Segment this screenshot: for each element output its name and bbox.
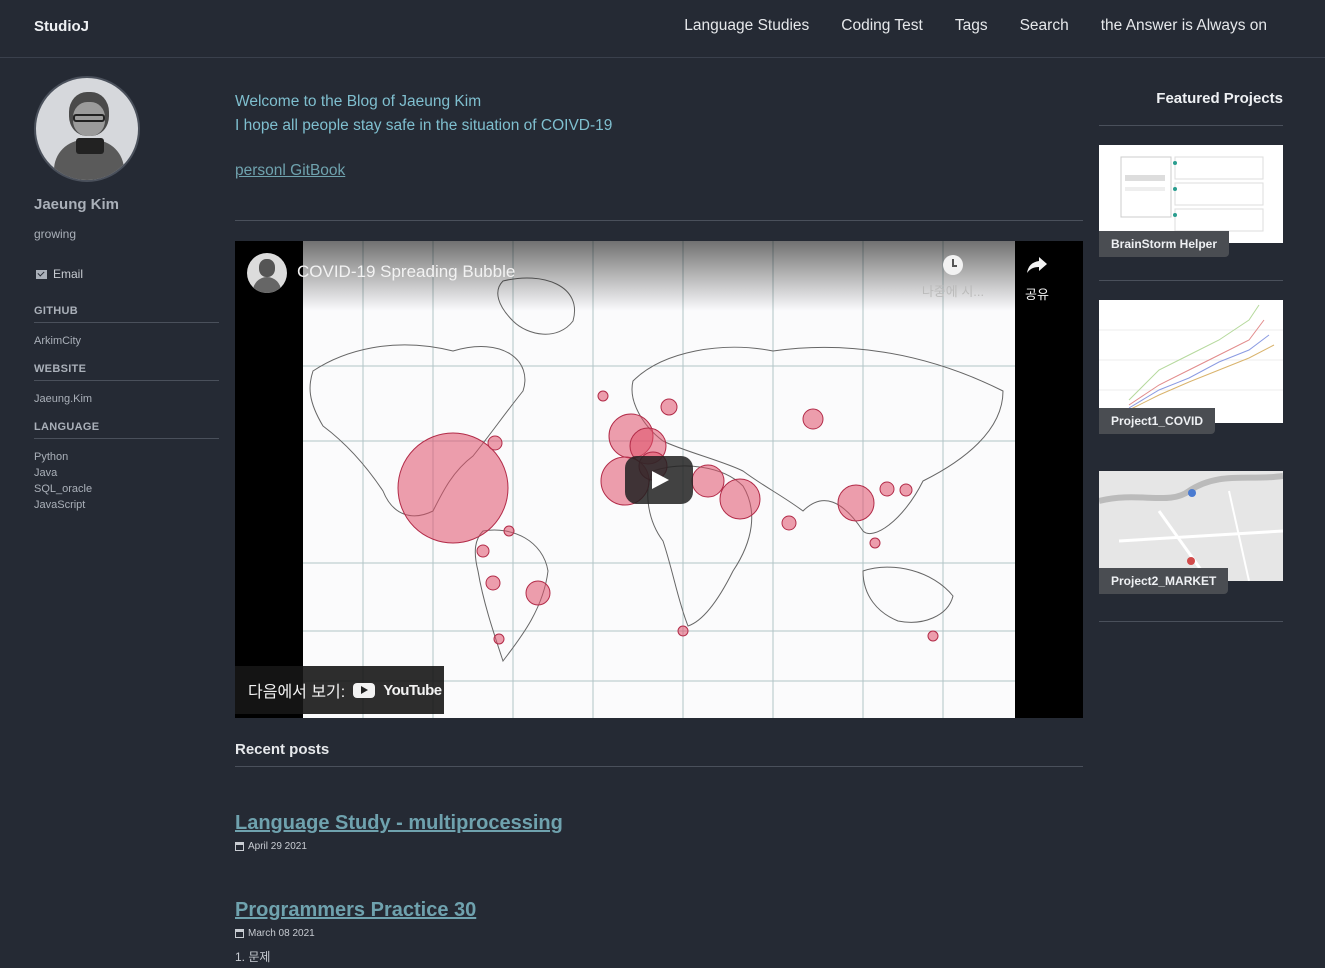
post-date: March 08 2021 (235, 928, 315, 939)
site-brand[interactable]: StudioJ (34, 18, 89, 35)
section-title-website: WEBSITE (34, 363, 219, 381)
author-avatar (34, 76, 140, 182)
watch-on-youtube-button[interactable]: 다음에서 보기: YouTube (235, 666, 444, 714)
nav-answer-always-on[interactable]: the Answer is Always on (1101, 17, 1267, 35)
main-nav: Language Studies Coding Test Tags Search… (684, 17, 1267, 35)
channel-avatar[interactable] (247, 253, 287, 293)
project-thumbnail (1099, 300, 1283, 423)
email-label: Email (53, 267, 84, 281)
recent-posts-heading: Recent posts (235, 741, 1083, 767)
post-date: April 29 2021 (235, 841, 307, 852)
post-excerpt: 1. 문제 (235, 950, 271, 964)
calendar-icon (235, 842, 244, 851)
project-label: Project1_COVID (1099, 408, 1216, 434)
featured-projects-title: Featured Projects (1099, 90, 1283, 126)
clock-icon (943, 255, 963, 275)
welcome-line-2: I hope all people stay safe in the situa… (235, 117, 613, 134)
author-bio: growing (34, 227, 77, 241)
github-link[interactable]: ArkimCity (34, 333, 219, 349)
post-date-text: March 08 2021 (248, 928, 315, 939)
youtube-logo-text: YouTube (383, 681, 442, 699)
nav-search[interactable]: Search (1020, 17, 1069, 35)
envelope-icon (36, 269, 47, 279)
post-date-text: April 29 2021 (248, 841, 307, 852)
top-navbar: StudioJ Language Studies Coding Test Tag… (0, 0, 1325, 58)
main-content: Welcome to the Blog of Jaeung Kim I hope… (235, 90, 1083, 964)
nav-language-studies[interactable]: Language Studies (684, 17, 809, 35)
welcome-text: Welcome to the Blog of Jaeung Kim I hope… (235, 90, 1083, 138)
website-link[interactable]: Jaeung.Kim (34, 391, 219, 407)
project-thumbnail (1099, 471, 1283, 581)
post-title-link[interactable]: Programmers Practice 30 (235, 899, 476, 922)
share-arrow-icon (1027, 257, 1047, 273)
section-title-github: GITHUB (34, 305, 219, 323)
watch-on-label: 다음에서 보기: (248, 684, 346, 701)
language-item: Python (34, 451, 69, 463)
featured-projects-sidebar: Featured Projects BrainStorm Helper Proj… (1099, 90, 1283, 622)
project-label: Project2_MARKET (1099, 568, 1229, 594)
nav-tags[interactable]: Tags (955, 17, 988, 35)
project-thumbnail (1099, 145, 1283, 243)
author-sidebar: Jaeung Kim growing Email GITHUB ArkimCit… (34, 76, 219, 513)
project-card-brainstorm[interactable]: BrainStorm Helper (1099, 145, 1283, 257)
gitbook-link[interactable]: personl GitBook (235, 162, 345, 180)
watch-later-label: 나중에 시... (921, 284, 985, 299)
video-title[interactable]: COVID-19 Spreading Bubble (297, 262, 515, 282)
email-link[interactable]: Email (34, 267, 219, 281)
language-item: JavaScript (34, 499, 86, 511)
project-card-market[interactable]: Project2_MARKET (1099, 471, 1283, 594)
youtube-embed[interactable]: COVID-19 Spreading Bubble 나중에 시... 공유 다음… (235, 241, 1083, 718)
project-card-covid[interactable]: Project1_COVID (1099, 300, 1283, 434)
post-title-link[interactable]: Language Study - multiprocessing (235, 812, 563, 835)
share-button[interactable]: 공유 (1019, 255, 1055, 303)
calendar-icon (235, 929, 244, 938)
language-item: SQL_oracle (34, 483, 93, 495)
welcome-line-1: Welcome to the Blog of Jaeung Kim (235, 93, 482, 110)
language-list: Python Java SQL_oracle JavaScript (34, 449, 219, 513)
author-name: Jaeung Kim (34, 196, 120, 213)
divider (1099, 621, 1283, 622)
language-item: Java (34, 467, 58, 479)
watch-later-button[interactable]: 나중에 시... (919, 255, 987, 300)
youtube-play-icon (353, 682, 376, 698)
divider (1099, 280, 1283, 281)
share-label: 공유 (1025, 287, 1049, 302)
project-label: BrainStorm Helper (1099, 231, 1230, 257)
play-button[interactable] (625, 456, 693, 504)
section-title-language: LANGUAGE (34, 421, 219, 439)
nav-coding-test[interactable]: Coding Test (841, 17, 923, 35)
divider (235, 220, 1083, 221)
